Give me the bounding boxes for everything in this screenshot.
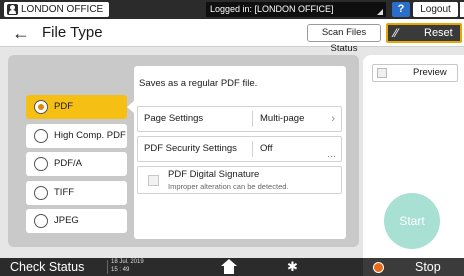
bottom-bar: Check Status 18 Jul. 2019 15 : 49 ✱ Stop <box>0 258 464 276</box>
help-button[interactable]: ? <box>392 2 410 17</box>
signature-sub: Improper alteration can be detected. <box>168 182 289 191</box>
radio-icon <box>34 185 48 200</box>
user-chip[interactable]: LONDON OFFICE <box>4 2 110 17</box>
option-label: PDF/A <box>54 158 82 169</box>
reset-button[interactable]: ⁄⁄ Reset <box>386 23 462 43</box>
start-button[interactable]: Start <box>384 193 440 249</box>
pdf-digital-signature-row[interactable]: PDF Digital Signature Improper alteratio… <box>137 166 342 194</box>
stop-icon <box>373 262 384 273</box>
home-roof <box>221 259 237 266</box>
location-label: LONDON OFFICE <box>21 4 104 15</box>
radio-icon <box>34 128 48 143</box>
security-value: Off <box>260 143 273 154</box>
preview-checkbox <box>377 68 387 78</box>
login-status: Logged in: [LONDON OFFICE] <box>206 2 386 17</box>
stop-label: Stop <box>415 260 441 274</box>
divider <box>107 260 108 274</box>
gear-icon[interactable]: ✱ <box>287 258 298 276</box>
home-body <box>224 266 234 274</box>
reset-icon: ⁄⁄ <box>394 26 399 40</box>
user-icon <box>7 4 18 15</box>
file-type-option-high-comp-pdf[interactable]: High Comp. PDF <box>26 123 127 148</box>
date-label: 18 Jul. 2019 <box>111 259 144 265</box>
file-type-option-pdf-a[interactable]: PDF/A <box>26 152 127 176</box>
preview-toggle[interactable]: Preview <box>372 64 458 82</box>
preview-label: Preview <box>413 67 447 78</box>
option-label: PDF <box>54 101 73 112</box>
option-label: TIFF <box>54 186 75 198</box>
back-arrow-icon: ← <box>12 23 30 43</box>
radio-selected-icon <box>34 100 48 114</box>
radio-icon <box>34 214 48 228</box>
expand-corner-icon <box>377 9 383 15</box>
chevron-right-icon: › <box>331 113 335 125</box>
page-title: File Type <box>42 24 103 41</box>
signature-checkbox[interactable] <box>148 175 159 186</box>
file-type-option-pdf[interactable]: PDF <box>26 95 127 119</box>
top-status-bar: LONDON OFFICE Logged in: [LONDON OFFICE]… <box>0 0 464 19</box>
radio-icon <box>34 157 48 171</box>
option-label: High Comp. PDF <box>54 129 126 141</box>
time-label: 15 : 49 <box>111 266 130 273</box>
file-type-option-jpeg[interactable]: JPEG <box>26 209 127 233</box>
pdf-detail-card: Saves as a regular PDF file. Page Settin… <box>134 66 346 239</box>
stop-button[interactable]: Stop <box>363 258 464 276</box>
page-settings-row[interactable]: Page Settings Multi-page › <box>137 106 342 132</box>
file-type-option-tiff[interactable]: TIFF <box>26 180 127 205</box>
selection-pointer <box>127 101 134 113</box>
reset-label: Reset <box>424 27 453 39</box>
home-icon[interactable] <box>220 259 238 275</box>
page-settings-label: Page Settings <box>144 113 204 124</box>
logout-button[interactable]: Logout <box>413 2 458 17</box>
security-label: PDF Security Settings <box>144 143 237 154</box>
back-button[interactable]: ← <box>8 22 34 44</box>
title-row: ← File Type Scan Files Status ⁄⁄ Reset <box>0 19 464 54</box>
divider <box>252 111 253 127</box>
check-status-button[interactable]: Check Status <box>10 258 84 276</box>
divider <box>252 141 253 157</box>
login-status-text: Logged in: [LONDON OFFICE] <box>210 4 334 14</box>
more-dots-icon: … <box>327 149 336 159</box>
settings-panel: PDF High Comp. PDF PDF/A TIFF JPEG Saves… <box>8 55 359 247</box>
file-type-description: Saves as a regular PDF file. <box>139 78 258 89</box>
scan-files-status-button[interactable]: Scan Files Status <box>307 24 381 54</box>
date-time: 18 Jul. 2019 15 : 49 <box>111 259 144 274</box>
power-icon[interactable] <box>460 2 464 17</box>
page-settings-value: Multi-page <box>260 113 305 124</box>
right-panel: Preview Start <box>363 55 464 260</box>
option-label: JPEG <box>54 215 79 226</box>
file-type-list: PDF High Comp. PDF PDF/A TIFF JPEG <box>26 95 127 238</box>
signature-label: PDF Digital Signature <box>168 169 260 180</box>
pdf-security-settings-row[interactable]: PDF Security Settings Off … <box>137 136 342 162</box>
